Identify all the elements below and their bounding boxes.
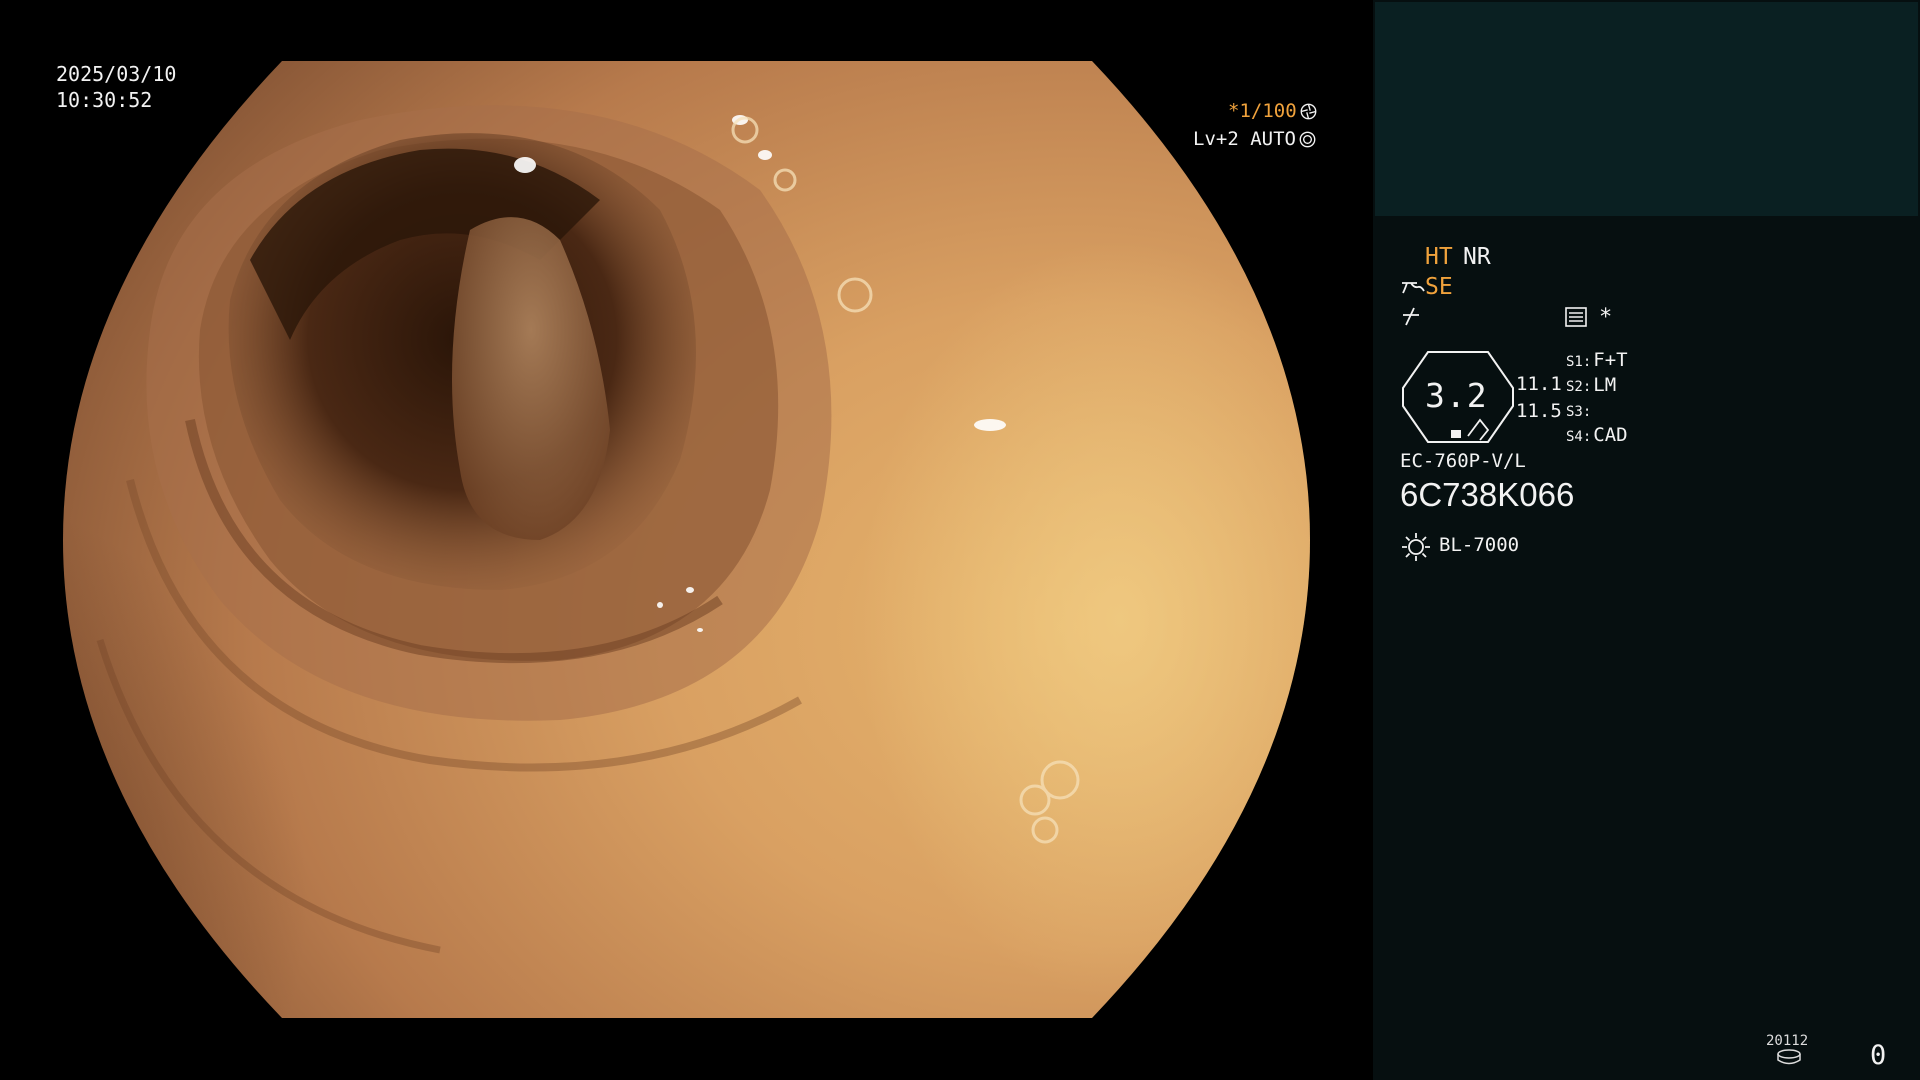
scope-serial: 6C738K066 — [1400, 476, 1575, 513]
scope-model: EC-760P-V/L — [1400, 450, 1526, 472]
storage-disk-icon — [1777, 1049, 1801, 1065]
slot-s3: S3: — [1566, 399, 1593, 421]
light-source-model: BL-7000 — [1439, 534, 1520, 556]
shutter-value: *1/100 — [1228, 100, 1297, 122]
structure-enhancement-icon — [1402, 282, 1425, 294]
slot-key: S3: — [1566, 404, 1592, 420]
mode-ht-label: HT — [1425, 244, 1453, 270]
document-icon — [1565, 307, 1587, 327]
iris-icon — [1299, 131, 1316, 148]
image-counter: 0 — [1870, 1040, 1887, 1071]
light-level-readout: Lv+2 AUTO — [1193, 128, 1316, 150]
info-panel: HT NR SE * 3.2 11.1 11.5 S1: F+T S2: LM S3… — [1373, 0, 1920, 1080]
light-level-value: Lv+2 AUTO — [1193, 128, 1296, 150]
slot-key: S1: — [1566, 354, 1592, 370]
shutter-readout: *1/100 — [1228, 100, 1317, 122]
slot-value: CAD — [1593, 424, 1628, 446]
date-readout: 2025/03/10 — [56, 62, 177, 86]
slot-key: S2: — [1566, 379, 1592, 395]
time-readout: 10:30:52 — [56, 88, 153, 112]
slot-s1: S1: F+T — [1566, 349, 1628, 371]
setting-value-2: 11.5 — [1516, 400, 1562, 422]
mode-nr-label: NR — [1463, 244, 1491, 270]
slot-key: S4: — [1566, 429, 1592, 445]
slot-value: F+T — [1593, 349, 1628, 371]
slot-value: LM — [1593, 374, 1617, 396]
freeze-slash-icon — [1403, 307, 1419, 326]
storage-label: 20112 — [1766, 1033, 1809, 1049]
setting-value-1: 11.1 — [1516, 373, 1562, 395]
light-source-icon — [1402, 533, 1430, 561]
zoom-value: 3.2 — [1425, 376, 1488, 415]
aperture-icon — [1300, 103, 1317, 120]
record-mark: * — [1599, 305, 1613, 330]
slot-s2: S2: LM — [1566, 374, 1616, 396]
endoscope-view: 2025/03/10 10:30:52 *1/100 Lv+2 AUTO — [0, 0, 1373, 1080]
mode-se-label: SE — [1425, 274, 1453, 300]
thumbnail-area — [1375, 2, 1918, 216]
slot-s4: S4: CAD — [1566, 424, 1628, 446]
endoscopic-image — [63, 61, 1310, 1018]
